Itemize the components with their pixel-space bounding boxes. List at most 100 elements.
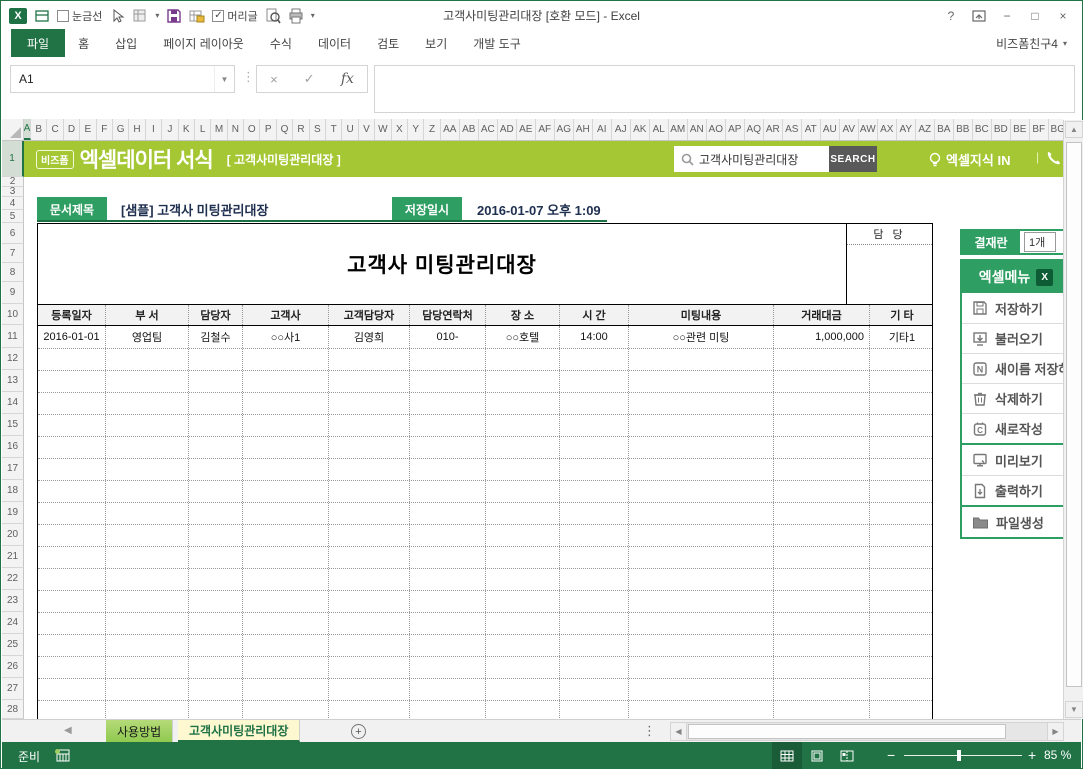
- protect-sheet-icon[interactable]: [189, 8, 205, 24]
- row-header[interactable]: 27: [2, 678, 24, 700]
- table-cell[interactable]: [243, 613, 329, 634]
- cancel-entry-icon[interactable]: ×: [270, 72, 278, 87]
- table-cell[interactable]: [870, 371, 934, 392]
- scroll-right-icon[interactable]: ▶: [1047, 723, 1063, 740]
- table-cell[interactable]: [329, 701, 410, 719]
- column-header[interactable]: AY: [897, 119, 916, 140]
- row-header[interactable]: 26: [2, 656, 24, 678]
- table-cell[interactable]: 기타1: [870, 326, 934, 348]
- table-cell[interactable]: [629, 547, 774, 568]
- table-cell[interactable]: [106, 393, 189, 414]
- table-cell[interactable]: [38, 415, 106, 436]
- row-header[interactable]: 5: [2, 210, 24, 223]
- approval-count-select[interactable]: 1개: [1024, 232, 1056, 252]
- table-cell[interactable]: [106, 679, 189, 700]
- table-cell[interactable]: [38, 437, 106, 458]
- table-cell[interactable]: [870, 547, 934, 568]
- table-cell[interactable]: [243, 371, 329, 392]
- row-header[interactable]: 17: [2, 458, 24, 480]
- column-header[interactable]: AQ: [745, 119, 764, 140]
- table-cell[interactable]: [629, 415, 774, 436]
- table-cell[interactable]: [774, 371, 870, 392]
- file-tab[interactable]: 파일: [11, 29, 65, 57]
- table-cell[interactable]: [38, 569, 106, 590]
- table-cell[interactable]: 1,000,000: [774, 326, 870, 348]
- menu-item-미리보기[interactable]: 미리보기: [962, 445, 1063, 475]
- table-cell[interactable]: [774, 393, 870, 414]
- table-cell[interactable]: [329, 415, 410, 436]
- table-cell[interactable]: [486, 569, 560, 590]
- table-cell[interactable]: [629, 569, 774, 590]
- table-cell[interactable]: [560, 701, 629, 719]
- column-header[interactable]: N: [228, 119, 244, 140]
- table-cell[interactable]: [560, 613, 629, 634]
- new-sheet-button[interactable]: +: [351, 724, 366, 739]
- table-cell[interactable]: [243, 459, 329, 480]
- column-header[interactable]: AU: [821, 119, 840, 140]
- table-cell[interactable]: [560, 679, 629, 700]
- table-cell[interactable]: [189, 679, 243, 700]
- table-cell[interactable]: [410, 393, 486, 414]
- table-cell[interactable]: [38, 503, 106, 524]
- menu-item-파일생성[interactable]: 파일생성: [962, 507, 1063, 537]
- column-header[interactable]: AN: [688, 119, 707, 140]
- table-cell[interactable]: [243, 569, 329, 590]
- table-cell[interactable]: [774, 679, 870, 700]
- table-cell[interactable]: [870, 657, 934, 678]
- column-header[interactable]: AV: [840, 119, 859, 140]
- row-header[interactable]: 9: [2, 282, 24, 304]
- column-header[interactable]: BC: [973, 119, 992, 140]
- table-cell[interactable]: [486, 635, 560, 656]
- table-cell[interactable]: [329, 525, 410, 546]
- table-cell[interactable]: [243, 503, 329, 524]
- horizontal-scroll-thumb[interactable]: [688, 724, 1006, 739]
- row-header[interactable]: 6: [2, 223, 24, 244]
- table-cell[interactable]: [329, 503, 410, 524]
- table-cell[interactable]: [629, 437, 774, 458]
- table-cell[interactable]: [486, 657, 560, 678]
- column-header[interactable]: BG: [1049, 119, 1063, 140]
- zoom-slider-track[interactable]: [904, 755, 1022, 756]
- column-header[interactable]: BB: [954, 119, 973, 140]
- table-cell[interactable]: [629, 635, 774, 656]
- table-cell[interactable]: [243, 657, 329, 678]
- table-cell[interactable]: [410, 701, 486, 719]
- column-header[interactable]: V: [359, 119, 375, 140]
- column-header[interactable]: W: [375, 119, 391, 140]
- formula-input[interactable]: [374, 65, 1075, 113]
- table-cell[interactable]: [774, 437, 870, 458]
- table-cell[interactable]: [560, 635, 629, 656]
- table-cell[interactable]: [189, 657, 243, 678]
- table-cell[interactable]: [243, 415, 329, 436]
- column-header[interactable]: X: [392, 119, 408, 140]
- table-cell[interactable]: [106, 701, 189, 719]
- table-cell[interactable]: [486, 371, 560, 392]
- table-cell[interactable]: [329, 349, 410, 370]
- manager-signature-box[interactable]: [847, 245, 932, 304]
- table-cell[interactable]: [870, 393, 934, 414]
- menu-item-불러오기[interactable]: 불러오기: [962, 323, 1063, 353]
- table-cell[interactable]: [410, 547, 486, 568]
- menu-item-저장하기[interactable]: 저장하기: [962, 293, 1063, 323]
- table-cell[interactable]: [410, 657, 486, 678]
- table-cell[interactable]: [38, 591, 106, 612]
- table-cell[interactable]: [410, 613, 486, 634]
- table-cell[interactable]: [870, 635, 934, 656]
- account-menu[interactable]: 비즈폼친구4 ▾: [996, 29, 1067, 57]
- column-header[interactable]: D: [64, 119, 80, 140]
- column-header[interactable]: R: [293, 119, 309, 140]
- column-header[interactable]: AG: [555, 119, 574, 140]
- table-cell[interactable]: [189, 547, 243, 568]
- table-cell[interactable]: [410, 437, 486, 458]
- column-header[interactable]: AM: [669, 119, 688, 140]
- sheet-tab-사용방법[interactable]: 사용방법: [106, 720, 173, 742]
- table-cell[interactable]: [560, 371, 629, 392]
- table-cell[interactable]: [410, 679, 486, 700]
- column-header[interactable]: AB: [460, 119, 479, 140]
- print-icon[interactable]: [288, 8, 304, 24]
- table-cell[interactable]: [410, 525, 486, 546]
- table-cell[interactable]: [629, 657, 774, 678]
- column-header[interactable]: Y: [408, 119, 424, 140]
- table-header-cell[interactable]: 시 간: [560, 305, 629, 325]
- table-cell[interactable]: [486, 613, 560, 634]
